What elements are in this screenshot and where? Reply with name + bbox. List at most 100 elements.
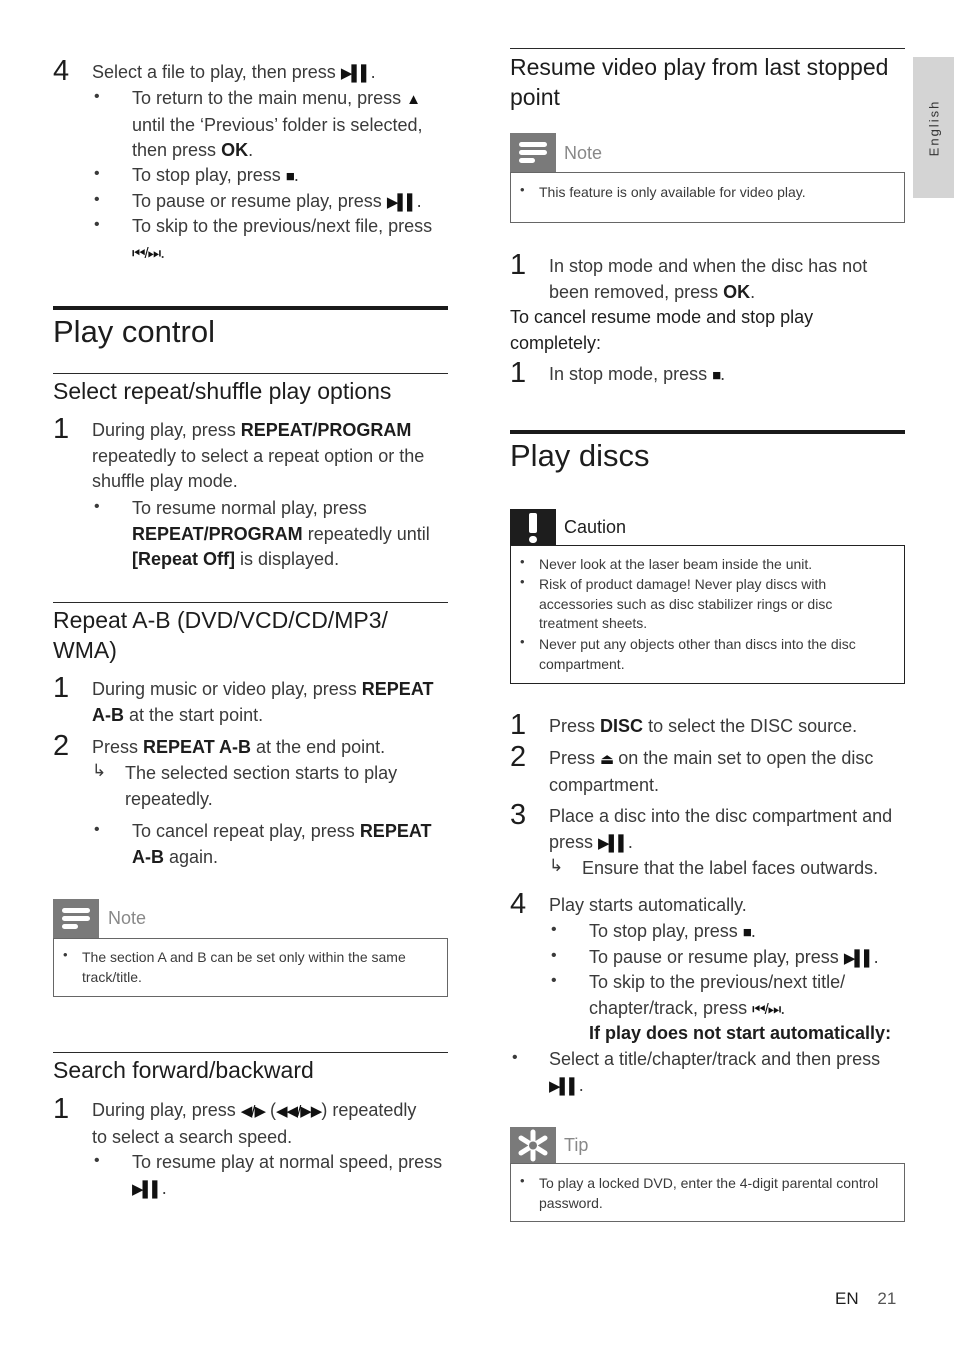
caution-item: Risk of product damage! Never play discs… [539, 576, 833, 631]
resume-heading: Resume video play from last stopped poin… [510, 54, 889, 110]
prev-next-icon: ⏮/⏭ [132, 244, 161, 262]
step-text: Select a file to play, then press [92, 62, 336, 82]
bullet-item: To skip to the previous/next title/ chap… [589, 972, 846, 1018]
note-label: Note [108, 908, 147, 928]
result-text: Ensure that the label faces outwards. [582, 858, 879, 878]
play-pause-icon: ▶▌▌ [340, 65, 372, 82]
step-number: 1 [53, 1093, 70, 1125]
section-rule [510, 430, 905, 434]
tip-icon [510, 1127, 556, 1164]
if-not-auto-heading: If play does not start automatically: [589, 1023, 892, 1043]
bullet: • [520, 554, 525, 569]
play-control-heading: Play control [53, 314, 215, 349]
bullet: • [94, 191, 100, 208]
bullet-item: To return to the main menu, press ▲ unti… [132, 88, 423, 160]
step-number: 3 [510, 799, 527, 831]
rewind-fastforward-icon: ◀◀/▶▶ [276, 1103, 322, 1120]
caution-box: Caution • Never look at the laser beam i… [510, 509, 905, 684]
bullet-item: To pause or resume play, press ▶▌▌. [132, 191, 422, 211]
language-tab-label: English [926, 99, 941, 156]
play-pause-icon: ▶▌▌ [132, 1180, 163, 1198]
stop-icon: ■ [285, 168, 295, 185]
footer-language: EN [835, 1289, 859, 1308]
note-box: Note • This feature is only available fo… [510, 133, 905, 223]
note-item: The section A and B can be set only with… [82, 949, 406, 985]
play-discs-heading: Play discs [510, 438, 650, 473]
note-item: This feature is only available for video… [539, 184, 806, 200]
caution-icon [510, 509, 556, 546]
bullet: • [94, 1152, 100, 1169]
ok-key: OK [221, 140, 249, 160]
bullet-item: To pause or resume play, press ▶▌▌. [589, 947, 879, 967]
step-number: 1 [53, 672, 70, 704]
asterisk-glyph [518, 1129, 548, 1162]
note-icon [510, 133, 556, 173]
eject-icon: ⏏ [600, 751, 614, 768]
bullet-item: Select a title/chapter/track and then pr… [549, 1049, 881, 1095]
bullet-item: To skip to the previous/next file, press… [132, 216, 433, 262]
step-number: 4 [53, 55, 70, 87]
prev-next-icon: ⏮/⏭ [752, 1000, 781, 1018]
bullet: • [551, 972, 557, 989]
bullet: • [520, 182, 525, 197]
subsection-rule [510, 48, 905, 49]
bullet: • [512, 1049, 518, 1066]
result-text: The selected section starts to play repe… [125, 763, 398, 809]
page-number: 21 [877, 1289, 897, 1308]
play-pause-icon: ▶▌▌ [549, 1077, 580, 1095]
stop-icon: ■ [712, 367, 721, 384]
section-rule [53, 306, 448, 310]
step-number: 4 [510, 888, 527, 920]
bullet: • [63, 947, 68, 962]
bullet: • [94, 498, 100, 515]
step-number: 1 [510, 249, 527, 281]
page-footer: EN 21 [835, 1289, 896, 1309]
step-number: 1 [510, 709, 527, 741]
caution-item: Never look at the laser beam inside the … [539, 556, 813, 572]
repeat-shuffle-heading: Select repeat/shuffle play options [53, 378, 392, 404]
bullet: • [551, 921, 557, 938]
left-right-icon: ◀/▶ [240, 1103, 266, 1120]
bullet: • [94, 88, 100, 105]
note-icon [53, 899, 99, 939]
bullet-item: To stop play, press ■. [132, 165, 299, 185]
bullet-item: To cancel repeat play, press REPEAT A-B … [132, 821, 432, 867]
bullet: • [94, 216, 100, 233]
play-pause-icon: ▶▌▌ [598, 834, 629, 852]
note-label: Note [564, 143, 603, 163]
repeat-program-key: REPEAT/PROGRAM [240, 420, 412, 440]
up-arrow-icon: ▲ [406, 91, 421, 108]
subsection-rule [53, 373, 448, 374]
subsection-rule [53, 602, 448, 603]
caution-label: Caution [564, 517, 627, 537]
tip-item: To play a locked DVD, enter the 4-digit … [539, 1175, 879, 1211]
bullet: • [94, 165, 100, 182]
play-pause-icon: ▶▌▌ [843, 950, 875, 967]
bullet: • [94, 821, 100, 838]
bullet: • [520, 1173, 525, 1188]
step-number: 2 [510, 741, 527, 773]
result-arrow-icon: ↳ [92, 761, 107, 780]
bullet-item: To stop play, press ■. [589, 921, 756, 941]
step-number: 1 [53, 413, 70, 445]
stop-icon: ■ [742, 924, 752, 941]
ok-key: OK [723, 281, 751, 302]
play-pause-icon: ▶▌▌ [386, 194, 418, 211]
repeat-ab-heading: Repeat A-B (DVD/VCD/CD/MP3/ WMA) [53, 607, 388, 663]
left-column: 4 Select a file to play, then press ▶▌▌.… [53, 0, 448, 1351]
tip-box: Tip • To play a locked DVD, enter the 4-… [510, 1127, 905, 1222]
caution-item: Never put any objects other than discs i… [539, 636, 856, 672]
note-box: Note • The section A and B can be set on… [53, 899, 448, 997]
bullet-item: To resume normal play, press REPEAT/PROG… [132, 498, 430, 569]
tip-label: Tip [564, 1135, 589, 1155]
repeat-off-display: [Repeat Off] [132, 549, 235, 569]
disc-key: DISC [600, 716, 644, 736]
right-column: Resume video play from last stopped poin… [510, 0, 905, 1351]
cancel-resume-heading: To cancel resume mode and stop play comp… [510, 307, 814, 353]
bullet: • [520, 634, 525, 649]
search-heading: Search forward/backward [53, 1057, 314, 1083]
language-side-tab: English [913, 57, 954, 198]
result-arrow-icon: ↳ [549, 856, 564, 875]
subsection-rule [53, 1052, 448, 1053]
bullet: • [520, 574, 525, 589]
